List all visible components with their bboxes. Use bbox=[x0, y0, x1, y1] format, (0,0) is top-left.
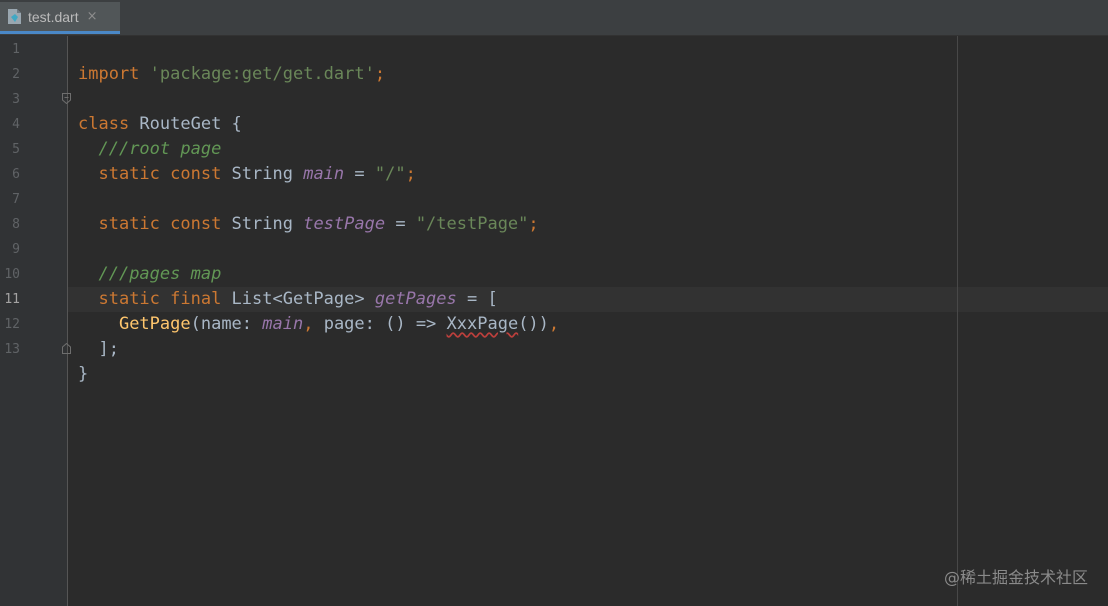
line-number: 9 bbox=[12, 242, 20, 257]
keyword: import bbox=[78, 64, 140, 84]
function-call: GetPage bbox=[118, 314, 191, 334]
code-line-current: GetPage(name: main, page: () => XxxPage(… bbox=[68, 287, 559, 334]
class-declaration: RouteGet { bbox=[129, 114, 242, 134]
dart-file-icon bbox=[8, 9, 21, 24]
operator: = bbox=[385, 214, 416, 234]
code-line: ///pages map bbox=[68, 237, 221, 284]
tab-label: test.dart bbox=[28, 8, 79, 25]
operator: = [ bbox=[456, 289, 498, 309]
line-number: 1 bbox=[12, 42, 20, 57]
type-name: String bbox=[221, 164, 304, 184]
keyword: static const bbox=[98, 214, 222, 234]
field-name: main bbox=[303, 164, 345, 184]
semicolon: ; bbox=[374, 64, 386, 84]
parentheses: ()) bbox=[518, 314, 549, 334]
string-literal: "/" bbox=[374, 164, 406, 184]
code-line: class RouteGet { bbox=[68, 87, 242, 134]
argument: page: () => bbox=[323, 314, 447, 334]
line-number-current: 11 bbox=[4, 292, 20, 307]
line-number: 2 bbox=[12, 67, 20, 82]
field-name: main bbox=[262, 314, 304, 334]
keyword: static const bbox=[98, 164, 222, 184]
string-literal: 'package:get/get.dart' bbox=[149, 64, 375, 84]
code-line: ///root page bbox=[68, 112, 221, 159]
watermark: @稀土掘金技术社区 bbox=[943, 568, 1088, 587]
close-icon[interactable]: × bbox=[87, 9, 98, 24]
tab-test-dart[interactable]: test.dart × bbox=[0, 2, 120, 34]
field-name: getPages bbox=[374, 289, 457, 309]
operator: = bbox=[344, 164, 375, 184]
code-line: import 'package:get/get.dart'; bbox=[68, 37, 385, 84]
line-number: 8 bbox=[12, 217, 20, 232]
code-editor[interactable]: import 'package:get/get.dart'; class Rou… bbox=[68, 36, 1108, 606]
line-number: 13 bbox=[4, 342, 20, 357]
string-literal: "/testPage" bbox=[415, 214, 529, 234]
code-line: ]; bbox=[68, 312, 129, 359]
semicolon: ; bbox=[528, 214, 539, 234]
line-number: 4 bbox=[12, 117, 20, 132]
code-line: static final List<GetPage> getPages = [ bbox=[68, 262, 497, 309]
code-line: } bbox=[68, 337, 129, 384]
type-name: List<GetPage> bbox=[221, 289, 375, 309]
editor-tab-bar: test.dart × bbox=[0, 0, 1108, 36]
comma: , bbox=[303, 314, 324, 334]
argument: (name: bbox=[190, 314, 263, 334]
ide-window: test.dart × 1 2 3 4 5 6 7 8 9 10 11 12 1… bbox=[0, 0, 1108, 606]
line-number: 6 bbox=[12, 167, 20, 182]
semicolon: ; bbox=[405, 164, 416, 184]
line-number: 12 bbox=[4, 317, 20, 332]
line-number: 3 bbox=[12, 92, 20, 107]
field-name: testPage bbox=[303, 214, 386, 234]
code-line: static const String main = "/"; bbox=[68, 137, 415, 184]
brace-close: } bbox=[78, 364, 89, 384]
line-number: 7 bbox=[12, 192, 20, 207]
unresolved-reference[interactable]: XxxPage bbox=[447, 314, 519, 334]
line-number: 5 bbox=[12, 142, 20, 157]
code-line: static const String testPage = "/testPag… bbox=[68, 187, 538, 234]
type-name: String bbox=[221, 214, 304, 234]
line-number: 10 bbox=[4, 267, 20, 282]
comma: , bbox=[548, 314, 560, 334]
